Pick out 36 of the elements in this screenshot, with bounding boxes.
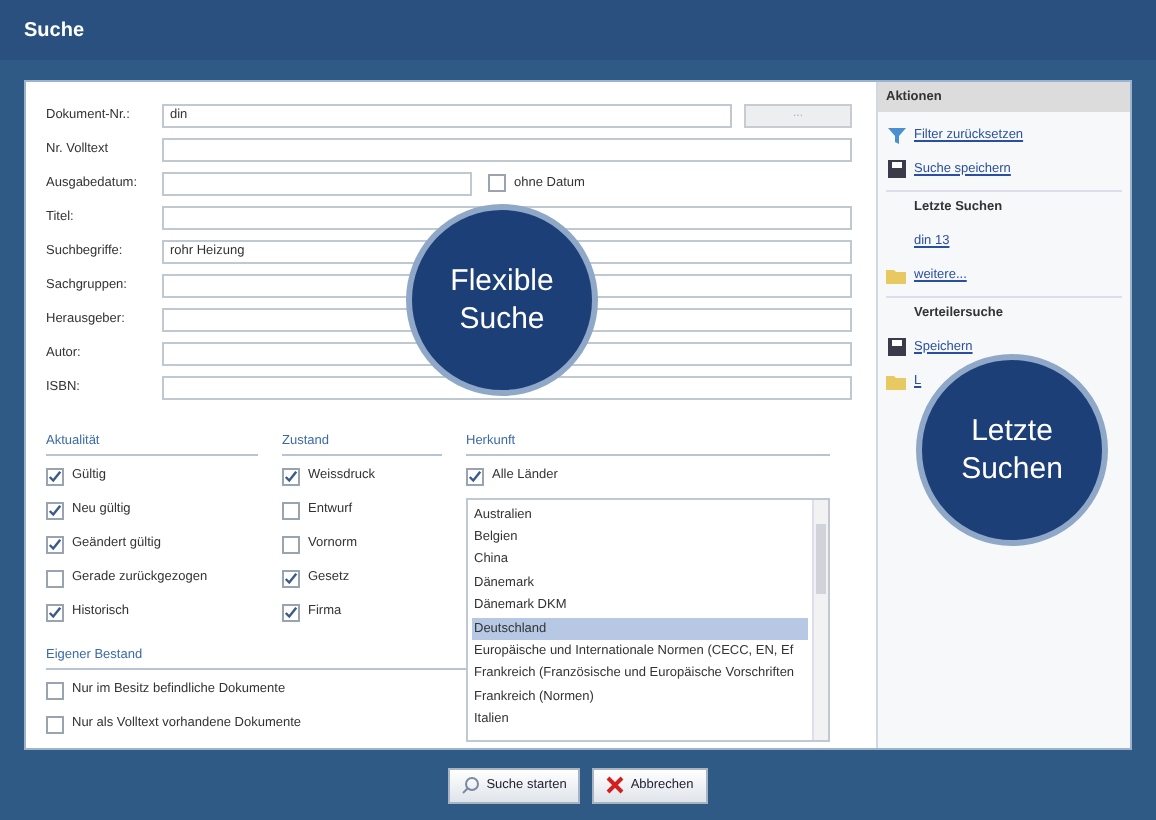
funnel-icon <box>887 127 905 143</box>
checkmark-icon <box>48 503 62 518</box>
checkbox[interactable] <box>282 535 300 554</box>
search-icon <box>462 776 481 794</box>
callout-text: Flexible <box>450 262 554 300</box>
checkmark-icon <box>284 469 298 484</box>
checkmark-icon <box>284 605 298 620</box>
checkmark-icon <box>48 537 62 552</box>
callout-text: Suche <box>459 300 545 338</box>
checkbox[interactable] <box>466 467 484 486</box>
input-field[interactable] <box>162 171 472 195</box>
callout-text: Letzte <box>971 412 1053 450</box>
checkmark-icon <box>48 469 62 484</box>
input-field[interactable] <box>162 375 852 399</box>
checkmark-icon <box>468 469 482 484</box>
checkmark-icon <box>48 605 62 620</box>
checkbox[interactable] <box>46 715 64 733</box>
checkbox[interactable] <box>46 467 64 486</box>
callout-text: Suchen <box>961 450 1063 488</box>
checkbox[interactable] <box>46 603 64 622</box>
window-title: Suche <box>24 17 85 45</box>
checkbox[interactable] <box>46 569 64 588</box>
scrollbar[interactable] <box>812 499 828 740</box>
checkbox[interactable] <box>46 535 64 554</box>
checkbox[interactable] <box>46 501 64 520</box>
checkbox[interactable] <box>488 174 506 192</box>
folder-icon <box>886 267 906 283</box>
checkbox[interactable] <box>46 681 64 699</box>
checkbox[interactable] <box>282 569 300 588</box>
folder-icon <box>886 373 906 389</box>
checkbox[interactable] <box>282 467 300 486</box>
checkbox[interactable] <box>282 501 300 520</box>
checkbox[interactable] <box>282 603 300 622</box>
close-icon <box>606 776 625 794</box>
checkmark-icon <box>284 571 298 586</box>
input-field[interactable] <box>162 137 852 161</box>
